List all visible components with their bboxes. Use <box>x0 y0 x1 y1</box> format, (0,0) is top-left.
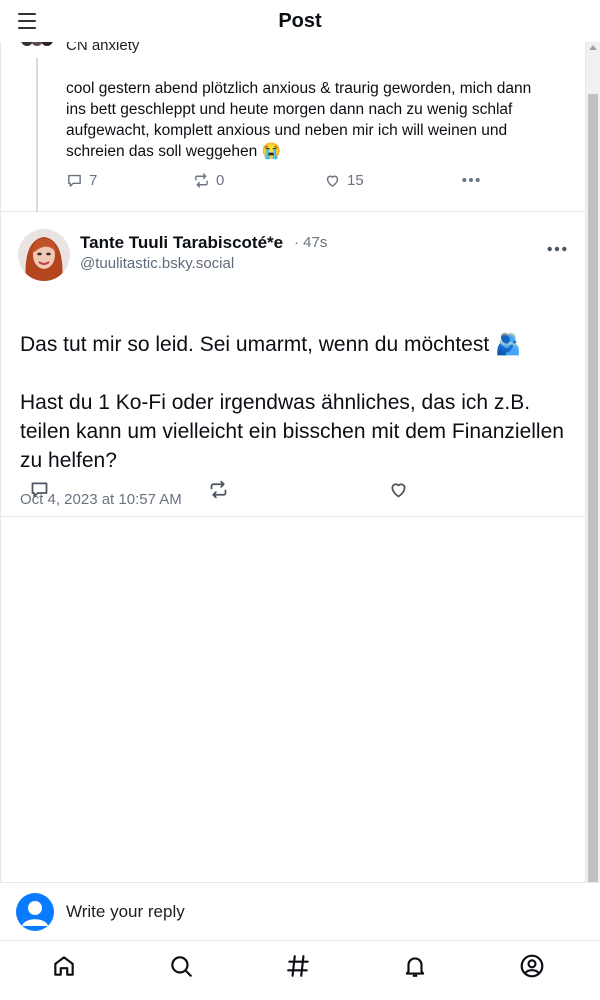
post-paragraph: Hast du 1 Ko-Fi oder irgendwas ähnliches… <box>20 391 564 472</box>
reply-bubble-icon <box>31 482 48 498</box>
parent-repost-count: 0 <box>216 172 225 189</box>
author-handle[interactable]: @tuulitastic.bsky.social <box>80 255 234 272</box>
parent-reply-button[interactable]: 7 <box>66 172 97 189</box>
bottom-navigation <box>0 940 600 1000</box>
thread-view[interactable]: CN anxiety cool gestern abend plötzlich … <box>0 42 586 882</box>
profile-icon[interactable] <box>519 953 545 979</box>
post-age: · 47s <box>294 234 328 251</box>
post-paragraph: Das tut mir so leid. Sei umarmt, wenn du… <box>20 333 522 356</box>
parent-like-button[interactable]: 15 <box>324 172 364 189</box>
parent-author-avatar[interactable] <box>19 42 53 52</box>
heart-icon <box>391 483 406 498</box>
post-text: Das tut mir so leid. Sei umarmt, wenn du… <box>20 330 570 475</box>
repost-button[interactable] <box>208 479 229 505</box>
post-actions <box>1 479 585 501</box>
parent-reply-count: 7 <box>89 172 98 189</box>
parent-post-actions: 7 0 15 <box>66 172 486 192</box>
parent-more-button[interactable] <box>461 176 481 184</box>
author-name[interactable]: Tante Tuuli Tarabiscoté*e <box>80 233 283 253</box>
home-icon[interactable] <box>51 953 77 979</box>
parent-post-line: cool gestern abend plötzlich anxious & t… <box>66 80 532 97</box>
more-dots-icon <box>547 246 567 252</box>
repost-icon <box>210 480 227 499</box>
parent-like-count: 15 <box>347 172 364 189</box>
more-dots-icon <box>462 178 480 182</box>
hashtag-feeds-icon[interactable] <box>285 953 311 979</box>
thread-connector-line <box>36 58 38 212</box>
reply-bubble-icon <box>68 174 81 187</box>
parent-post-line: aufgewacht, komplett anxious und neben m… <box>66 122 508 139</box>
scrollbar[interactable] <box>586 42 600 882</box>
content-warning-label[interactable]: CN anxiety <box>66 42 139 54</box>
user-avatar-icon <box>16 893 54 931</box>
parent-post-line: schreien das soll weggehen 😭 <box>66 143 281 160</box>
like-button[interactable] <box>388 479 409 505</box>
parent-post-line: ins bett geschleppt und heute morgen dan… <box>66 101 513 118</box>
post-more-button[interactable] <box>546 240 568 252</box>
heart-icon <box>326 175 339 187</box>
reply-composer-bar[interactable]: Write your reply <box>0 882 600 940</box>
notifications-bell-icon[interactable] <box>402 953 428 979</box>
parent-post[interactable]: CN anxiety cool gestern abend plötzlich … <box>1 42 585 212</box>
top-header: Post <box>0 0 600 42</box>
search-icon[interactable] <box>168 953 194 979</box>
page-title: Post <box>278 10 322 32</box>
scroll-up-arrow-icon[interactable] <box>589 45 597 50</box>
author-avatar[interactable] <box>18 229 70 281</box>
scrollbar-thumb[interactable] <box>588 94 598 882</box>
parent-repost-button[interactable]: 0 <box>193 172 224 189</box>
parent-post-text: cool gestern abend plötzlich anxious & t… <box>66 78 571 162</box>
reply-placeholder[interactable]: Write your reply <box>66 902 185 922</box>
reply-button[interactable] <box>29 479 50 505</box>
focused-post: Tante Tuuli Tarabiscoté*e · 47s @tuulita… <box>1 213 585 517</box>
repost-icon <box>195 173 208 188</box>
